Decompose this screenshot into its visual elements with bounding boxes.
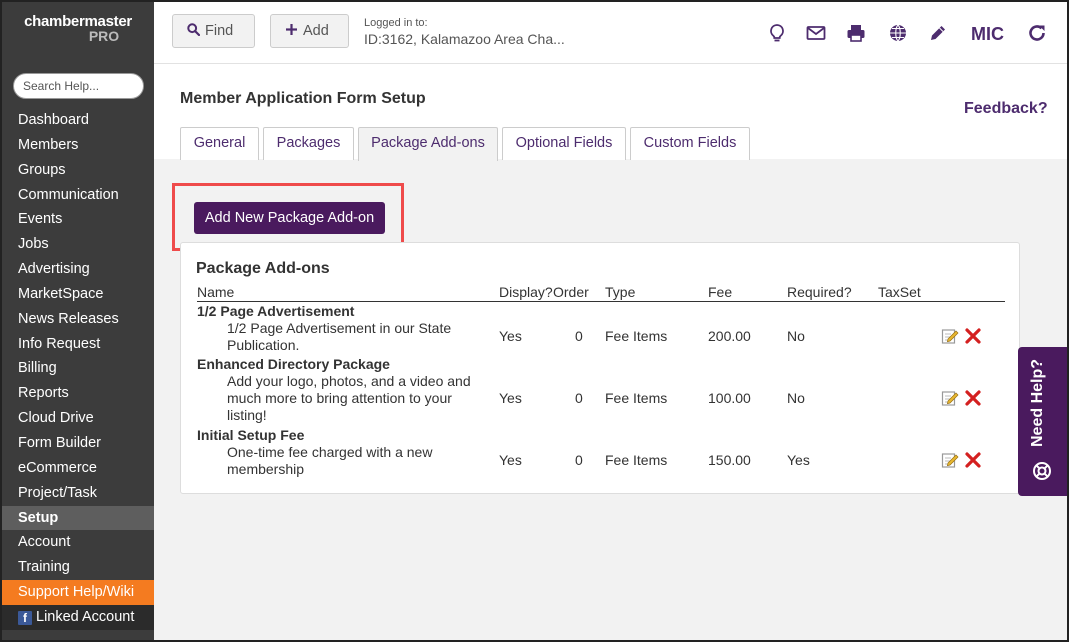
col-order: Order	[553, 284, 589, 300]
need-help-label: Need Help?	[1029, 358, 1046, 447]
sidebar-item-news-releases[interactable]: News Releases	[2, 307, 154, 332]
sidebar: chambermaster PRO DashboardMembersGroups…	[2, 2, 154, 640]
plus-icon	[285, 15, 303, 47]
col-fee: Fee	[708, 284, 733, 300]
col-type: Type	[605, 284, 636, 300]
cell-display: Yes	[499, 389, 522, 406]
logged-in-label: Logged in to:	[364, 17, 428, 29]
mail-icon[interactable]	[805, 22, 827, 44]
facebook-icon: f	[18, 610, 32, 625]
sidebar-item-reports[interactable]: Reports	[2, 381, 154, 406]
sidebar-item-linked-account[interactable]: f Linked Account	[2, 604, 154, 630]
tab-general[interactable]: General	[180, 127, 259, 160]
globe-icon[interactable]	[887, 22, 909, 44]
sidebar-item-dashboard[interactable]: Dashboard	[2, 108, 154, 133]
cell-order: 0	[575, 452, 583, 468]
cell-required: Yes	[787, 452, 810, 468]
addon-name: Enhanced Directory Package	[197, 356, 390, 372]
sidebar-item-events[interactable]: Events	[2, 207, 154, 232]
cell-fee: 100.00	[708, 389, 751, 406]
delete-icon[interactable]	[964, 389, 982, 407]
package-addons-panel: Package Add-ons Name Display? Order Type…	[180, 242, 1020, 494]
sidebar-item-support[interactable]: Support Help/Wiki	[2, 580, 154, 605]
printer-icon[interactable]	[845, 22, 867, 44]
cell-order: 0	[575, 389, 583, 406]
pencil-icon[interactable]	[927, 22, 949, 44]
tab-optional-fields[interactable]: Optional Fields	[502, 127, 626, 160]
sidebar-item-advertising[interactable]: Advertising	[2, 257, 154, 282]
delete-icon[interactable]	[964, 327, 982, 345]
logged-in-info: Logged in to: ID:3162, Kalamazoo Area Ch…	[364, 15, 565, 47]
main-content: Member Application Form Setup Feedback? …	[154, 64, 1067, 640]
addon-description: 1/2 Page Advertisement in our State Publ…	[227, 320, 452, 353]
sidebar-item-training[interactable]: Training	[2, 555, 154, 580]
addon-description: Add your logo, photos, and a video and m…	[227, 373, 471, 423]
table-header: Name Display? Order Type Fee Required? T…	[197, 284, 1005, 302]
sidebar-item-info-request[interactable]: Info Request	[2, 332, 154, 357]
addon-name: Initial Setup Fee	[197, 427, 305, 443]
addon-description: One-time fee charged with a new membersh…	[227, 444, 433, 477]
feedback-link[interactable]: Feedback?	[964, 100, 1048, 118]
search-icon	[187, 15, 205, 47]
top-bar: Find Add Logged in to: ID:3162, Kalamazo…	[154, 2, 1067, 64]
logo[interactable]: chambermaster PRO	[2, 14, 154, 44]
addon-name: 1/2 Page Advertisement	[197, 303, 355, 319]
find-button[interactable]: Find	[172, 14, 255, 48]
tab-package-add-ons[interactable]: Package Add-ons	[358, 127, 498, 161]
sidebar-item-marketspace[interactable]: MarketSpace	[2, 282, 154, 307]
logged-in-value: ID:3162, Kalamazoo Area Cha...	[364, 31, 565, 47]
linked-account-label: Linked Account	[36, 608, 135, 625]
find-label: Find	[205, 23, 234, 39]
cell-required: No	[787, 389, 805, 406]
refresh-icon[interactable]	[1026, 22, 1048, 44]
tab-custom-fields[interactable]: Custom Fields	[630, 127, 750, 160]
col-name: Name	[197, 284, 235, 300]
add-button[interactable]: Add	[270, 14, 349, 48]
cell-order: 0	[575, 328, 583, 344]
app-window: chambermaster PRO DashboardMembersGroups…	[0, 0, 1069, 642]
lifebuoy-icon	[1033, 462, 1051, 480]
edit-icon[interactable]	[941, 451, 959, 469]
cell-fee: 150.00	[708, 452, 751, 468]
search-help-input[interactable]	[13, 73, 144, 99]
col-display: Display?	[499, 284, 553, 300]
logo-line1: chambermaster	[24, 13, 132, 30]
logo-line2: PRO	[88, 28, 120, 44]
sidebar-item-form-builder[interactable]: Form Builder	[2, 431, 154, 456]
cell-type: Fee Items	[605, 389, 668, 406]
delete-icon[interactable]	[964, 451, 982, 469]
cell-display: Yes	[499, 328, 522, 344]
edit-icon[interactable]	[941, 389, 959, 407]
sidebar-item-communication[interactable]: Communication	[2, 183, 154, 208]
highlight-box: Add New Package Add-on	[172, 183, 404, 251]
col-taxset: TaxSet	[878, 284, 921, 300]
cell-required: No	[787, 328, 805, 344]
sidebar-item-setup[interactable]: Setup	[2, 505, 154, 531]
user-initials[interactable]: MIC	[971, 24, 1004, 45]
sidebar-item-ecommerce[interactable]: eCommerce	[2, 456, 154, 481]
page-title: Member Application Form Setup	[180, 90, 426, 107]
cell-fee: 200.00	[708, 328, 751, 344]
sidebar-item-groups[interactable]: Groups	[2, 158, 154, 183]
edit-icon[interactable]	[941, 327, 959, 345]
sidebar-item-cloud-drive[interactable]: Cloud Drive	[2, 406, 154, 431]
sidebar-item-jobs[interactable]: Jobs	[2, 232, 154, 257]
sidebar-item-members[interactable]: Members	[2, 133, 154, 158]
cell-display: Yes	[499, 452, 522, 468]
col-required: Required?	[787, 284, 852, 300]
panel-title: Package Add-ons	[196, 260, 330, 277]
sidebar-item-project-task[interactable]: Project/Task	[2, 481, 154, 506]
sidebar-item-billing[interactable]: Billing	[2, 356, 154, 381]
add-new-package-addon-button[interactable]: Add New Package Add-on	[194, 202, 385, 234]
add-label: Add	[303, 23, 329, 39]
need-help-tab[interactable]: Need Help?	[1018, 347, 1067, 496]
sidebar-nav: Dashboard Members Groups Communication Event…	[2, 108, 154, 630]
lightbulb-icon[interactable]	[766, 22, 788, 44]
sidebar-item-account[interactable]: Account	[2, 530, 154, 555]
cell-type: Fee Items	[605, 452, 668, 468]
cell-type: Fee Items	[605, 328, 668, 344]
tab-packages[interactable]: Packages	[263, 127, 354, 160]
